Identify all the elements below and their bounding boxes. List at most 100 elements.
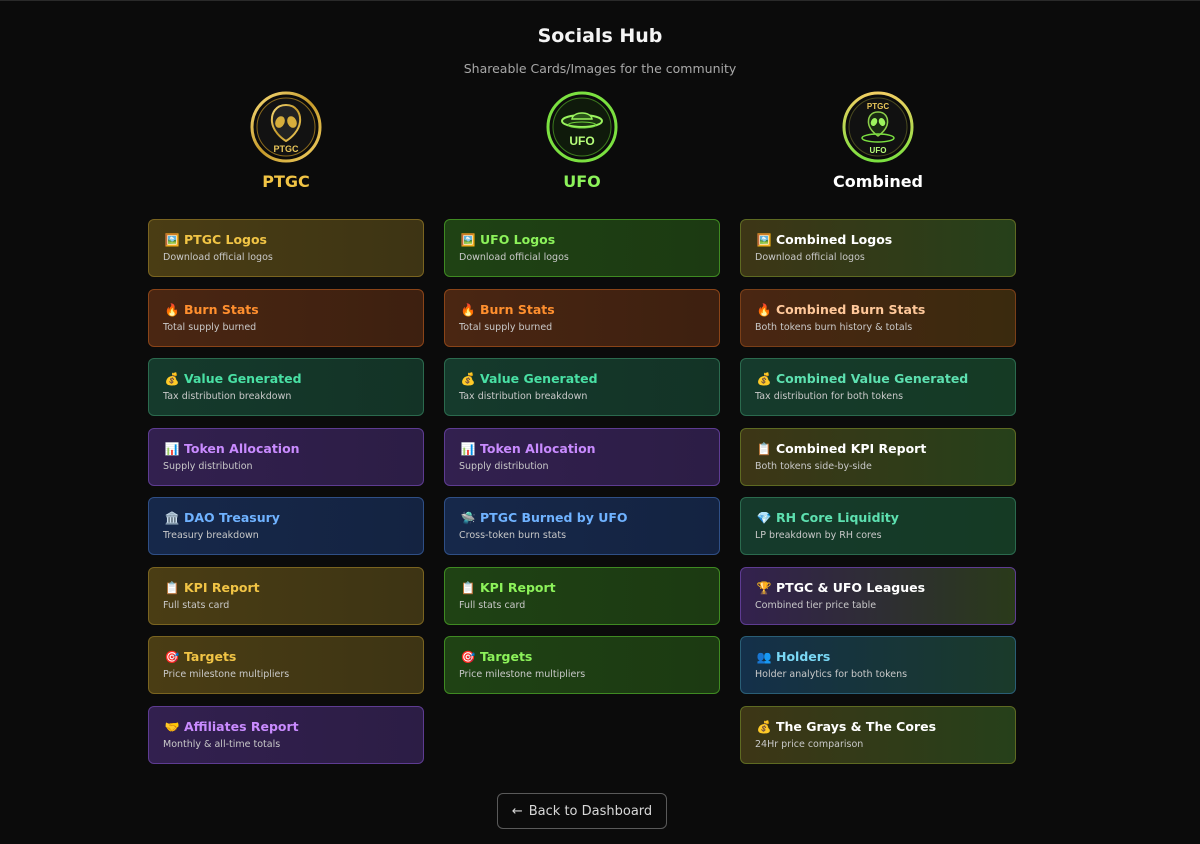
people-icon: 👥 [756, 650, 772, 664]
card-description: Download official logos [163, 252, 273, 263]
card-title-label: Combined Logos [776, 232, 893, 247]
combined-card-ptgc-ufo-leagues[interactable]: 🏆 PTGC & UFO Leagues Combined tier price t… [740, 566, 1016, 625]
combined-card-the-grays-the-cores[interactable]: 💰 The Grays & The Cores 24Hr price compari… [740, 705, 1016, 764]
card-title-label: Value Generated [184, 371, 302, 386]
ufo-card-targets[interactable]: 🎯 Targets Price milestone multipliers [444, 636, 720, 694]
ptgc-card-targets[interactable]: 🎯 Targets Price milestone multipliers [148, 636, 424, 694]
ptgc-column: PTGC PTGC 🖼️ PTGC Logos Download official … [148, 89, 424, 775]
picture-icon: 🖼️ [460, 233, 476, 247]
clipboard-icon: 📋 [756, 441, 772, 456]
diamond-icon: 💎 [756, 511, 772, 525]
combined-card-combined-logos[interactable]: 🖼️ Combined Logos Download official logos [740, 219, 1016, 277]
ufo-card-kpi-report[interactable]: 📋 KPI Report Full stats card [444, 566, 720, 625]
ufo-card-ufo-logos[interactable]: 🖼️ UFO Logos Download official logos [444, 219, 720, 277]
card-description: Tax distribution breakdown [459, 391, 588, 402]
card-title: 🎯 Targets [459, 648, 705, 666]
trophy-icon: 🏆 [756, 580, 772, 595]
combined-logo-icon: PTGC UFO [842, 91, 914, 163]
combined-header: PTGC UFO Combined [740, 89, 1016, 219]
card-title: 🏆 PTGC & UFO Leagues [755, 579, 1001, 597]
card-description: Tax distribution breakdown [163, 391, 292, 402]
card-title: 🔥 Burn Stats [459, 301, 705, 319]
card-description: Full stats card [459, 599, 526, 611]
card-description: Both tokens burn history & totals [755, 321, 913, 333]
card-title-label: PTGC & UFO Leagues [776, 579, 926, 595]
combined-card-combined-burn-stats[interactable]: 🔥 Combined Burn Stats Both tokens burn his… [740, 288, 1016, 347]
ptgc-header: PTGC PTGC [148, 89, 424, 219]
ptgc-column-title: PTGC [262, 172, 310, 191]
ptgc-card-token-allocation[interactable]: 📊 Token Allocation Supply distribution [148, 427, 424, 486]
card-title-label: Combined Value Generated [776, 371, 969, 386]
card-title: 🔥 Burn Stats [163, 301, 409, 319]
card-description: Download official logos [459, 252, 569, 263]
ptgc-card-kpi-report[interactable]: 📋 KPI Report Full stats card [148, 566, 424, 625]
card-description: Tax distribution for both tokens [755, 391, 904, 402]
card-title-label: Burn Stats [480, 301, 555, 317]
ufo-icon: 🛸 [460, 511, 476, 525]
card-description: Supply distribution [163, 460, 253, 472]
card-title-label: Burn Stats [184, 301, 259, 317]
target-icon: 🎯 [460, 650, 476, 664]
card-description: Price milestone multipliers [459, 669, 586, 680]
money-bag-icon: 💰 [164, 372, 180, 386]
card-title-label: Combined KPI Report [776, 440, 927, 456]
card-title-label: Value Generated [480, 371, 598, 386]
ufo-card-token-allocation[interactable]: 📊 Token Allocation Supply distribution [444, 427, 720, 486]
picture-icon: 🖼️ [164, 233, 180, 247]
combined-card-rh-core-liquidity[interactable]: 💎 RH Core Liquidity LP breakdown by RH cor… [740, 497, 1016, 555]
ptgc-logo-icon: PTGC [250, 91, 322, 163]
card-description: Holder analytics for both tokens [755, 669, 908, 680]
ufo-card-list: 🖼️ UFO Logos Download official logos 🔥 Burn … [444, 219, 720, 694]
back-to-dashboard-button[interactable]: ← Back to Dashboard [497, 793, 667, 829]
card-title: 👥 Holders [755, 648, 1001, 666]
handshake-icon: 🤝 [164, 719, 180, 734]
back-to-dashboard-label: Back to Dashboard [528, 803, 653, 819]
ptgc-card-ptgc-logos[interactable]: 🖼️ PTGC Logos Download official logos [148, 219, 424, 277]
card-title-label: KPI Report [184, 579, 260, 595]
ufo-card-value-generated[interactable]: 💰 Value Generated Tax distribution breakdo… [444, 358, 720, 416]
ptgc-card-burn-stats[interactable]: 🔥 Burn Stats Total supply burned [148, 288, 424, 347]
page: Socials Hub Shareable Cards/Images for t… [0, 0, 1200, 844]
clipboard-icon: 📋 [164, 580, 180, 595]
card-title-label: Holders [776, 649, 831, 664]
ufo-card-ptgc-burned-by-ufo[interactable]: 🛸 PTGC Burned by UFO Cross-token burn stat… [444, 497, 720, 555]
ptgc-card-list: 🖼️ PTGC Logos Download official logos 🔥 Burn… [148, 219, 424, 764]
card-title: 🎯 Targets [163, 648, 409, 666]
page-subtitle: Shareable Cards/Images for the community [463, 61, 737, 76]
card-title: 🖼️ UFO Logos [459, 231, 705, 249]
card-title-label: Targets [480, 649, 533, 664]
combined-column-title: Combined [832, 172, 924, 191]
ufo-header: UFO UFO [444, 89, 720, 219]
page-title: Socials Hub [537, 25, 663, 47]
card-description: Cross-token burn stats [459, 530, 567, 541]
ufo-column: UFO UFO 🖼️ UFO Logos Download official log… [444, 89, 720, 706]
card-title: 🤝 Affiliates Report [163, 718, 409, 736]
clipboard-icon: 📋 [460, 580, 476, 595]
card-description: Total supply burned [459, 321, 553, 333]
ufo-card-burn-stats[interactable]: 🔥 Burn Stats Total supply burned [444, 288, 720, 347]
ptgc-card-affiliates-report[interactable]: 🤝 Affiliates Report Monthly & all-time tot… [148, 705, 424, 764]
card-description: Monthly & all-time totals [163, 738, 281, 750]
ptgc-card-dao-treasury[interactable]: 🏛️ DAO Treasury Treasury breakdown [148, 497, 424, 555]
card-title-label: Combined Burn Stats [776, 301, 926, 317]
card-title: 🖼️ Combined Logos [755, 231, 1001, 249]
money-bag-icon: 💰 [756, 372, 772, 386]
combined-card-combined-value-generated[interactable]: 💰 Combined Value Generated Tax distributio… [740, 358, 1016, 416]
card-description: Both tokens side-by-side [755, 460, 872, 472]
ptgc-card-value-generated[interactable]: 💰 Value Generated Tax distribution breakdo… [148, 358, 424, 416]
card-title: 💰 Value Generated [163, 370, 409, 388]
card-title-label: Targets [184, 649, 237, 664]
bar-chart-icon: 📊 [164, 441, 180, 456]
combined-card-holders[interactable]: 👥 Holders Holder analytics for both tokens [740, 636, 1016, 694]
card-title: 💰 Value Generated [459, 370, 705, 388]
ufo-logo-icon: UFO [546, 91, 618, 163]
svg-text:UFO: UFO [870, 146, 887, 155]
card-title-label: RH Core Liquidity [776, 510, 899, 525]
svg-text:UFO: UFO [569, 134, 594, 148]
combined-card-combined-kpi-report[interactable]: 📋 Combined KPI Report Both tokens side-by-… [740, 427, 1016, 486]
card-title-label: Token Allocation [480, 440, 596, 456]
fire-icon: 🔥 [756, 302, 772, 317]
card-description: LP breakdown by RH cores [755, 530, 882, 541]
card-description: Total supply burned [163, 321, 257, 333]
card-title: 🔥 Combined Burn Stats [755, 301, 1001, 319]
